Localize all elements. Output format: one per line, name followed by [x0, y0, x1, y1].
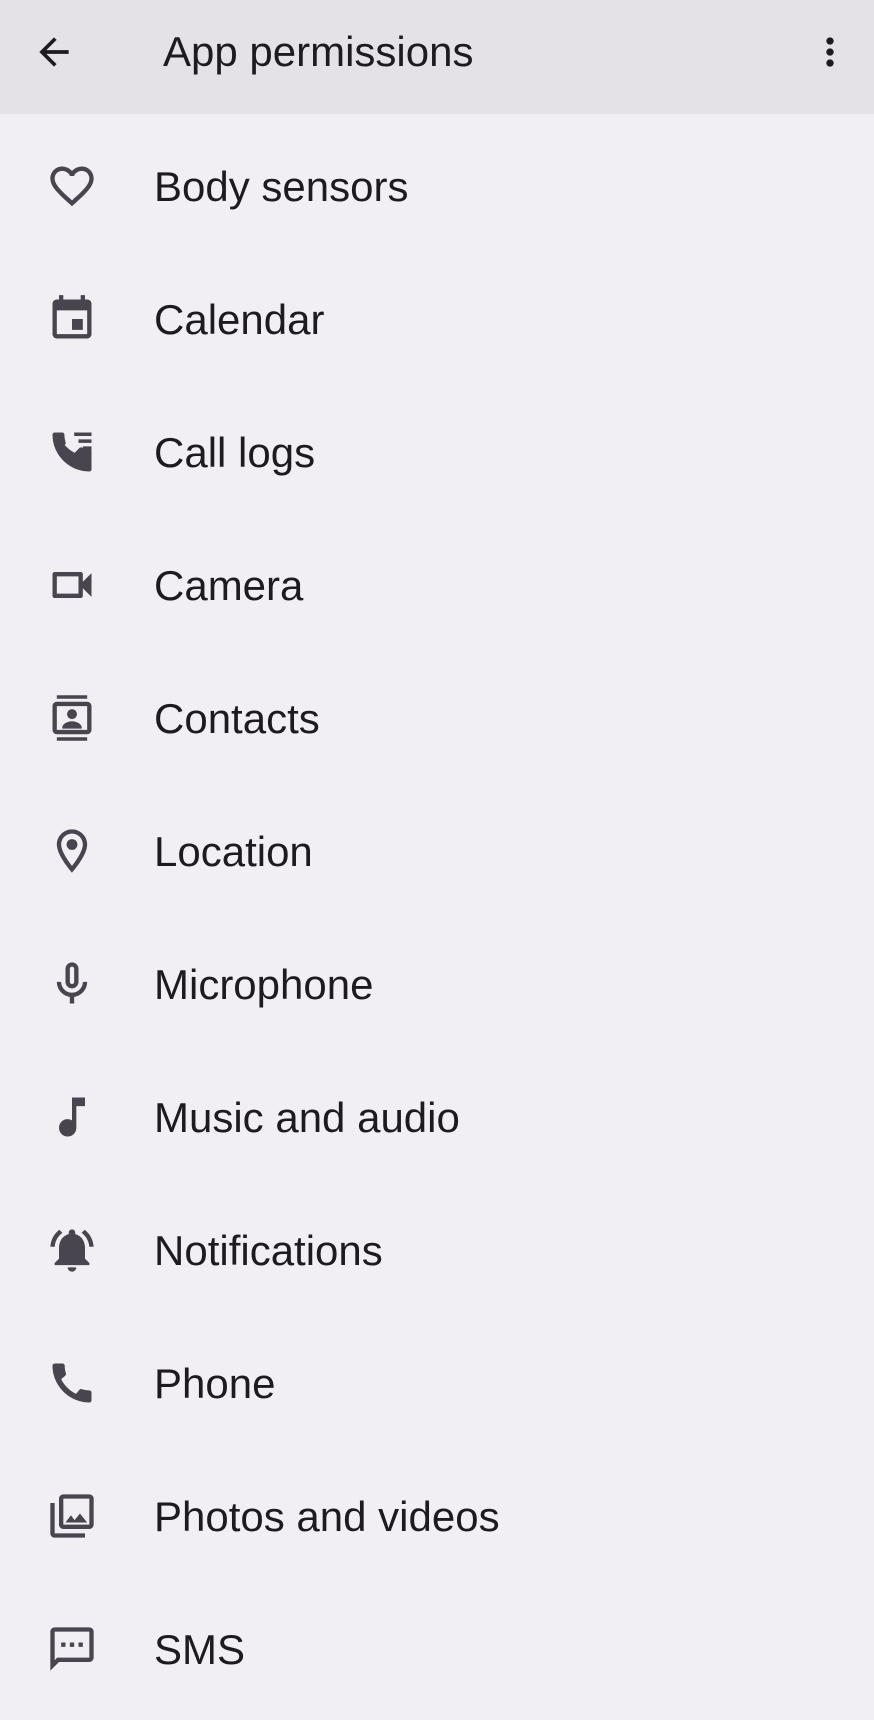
permission-label: Camera: [154, 562, 304, 609]
photo-library-icon: [46, 1490, 98, 1542]
permission-item-call-logs[interactable]: Call logs: [0, 386, 874, 519]
permission-label: Photos and videos: [154, 1493, 500, 1540]
permission-item-music-and-audio[interactable]: Music and audio: [0, 1051, 874, 1184]
permission-item-camera[interactable]: Camera: [0, 519, 874, 652]
heart-icon: [46, 160, 98, 212]
more-options-button[interactable]: [800, 22, 860, 82]
permission-label: Body sensors: [154, 163, 409, 210]
back-button[interactable]: [22, 22, 86, 82]
permission-label: Contacts: [154, 695, 320, 742]
permission-item-location[interactable]: Location: [0, 785, 874, 918]
mic-icon: [46, 958, 98, 1010]
permission-label: SMS: [154, 1626, 246, 1673]
permission-item-sms[interactable]: SMS: [0, 1583, 874, 1716]
music-note-icon: [46, 1091, 98, 1143]
location-pin-icon: [46, 825, 98, 877]
sms-icon: [46, 1623, 98, 1675]
permission-label: Phone: [154, 1360, 276, 1407]
permission-item-contacts[interactable]: Contacts: [0, 652, 874, 785]
calendar-icon: [46, 293, 98, 345]
permission-label: Calendar: [154, 296, 325, 343]
permission-item-microphone[interactable]: Microphone: [0, 918, 874, 1051]
permission-item-phone[interactable]: Phone: [0, 1317, 874, 1450]
contacts-icon: [46, 692, 98, 744]
permission-item-notifications[interactable]: Notifications: [0, 1184, 874, 1317]
permission-label: Call logs: [154, 429, 316, 476]
videocam-icon: [46, 559, 98, 611]
permission-label: Notifications: [154, 1227, 383, 1274]
more-vert-icon: [826, 37, 834, 67]
notifications-active-icon: [46, 1224, 98, 1276]
page-title: App permissions: [163, 28, 474, 75]
permission-item-photos-and-videos[interactable]: Photos and videos: [0, 1450, 874, 1583]
permission-label: Microphone: [154, 961, 374, 1008]
permission-item-body-sensors[interactable]: Body sensors: [0, 120, 874, 253]
arrow-back-icon: [39, 37, 69, 67]
phone-icon: [46, 1357, 98, 1409]
call-log-icon: [46, 426, 98, 478]
top-app-bar: App permissions: [0, 0, 874, 114]
permission-label: Location: [154, 828, 313, 875]
permission-label: Music and audio: [154, 1094, 460, 1141]
permission-item-calendar[interactable]: Calendar: [0, 253, 874, 386]
